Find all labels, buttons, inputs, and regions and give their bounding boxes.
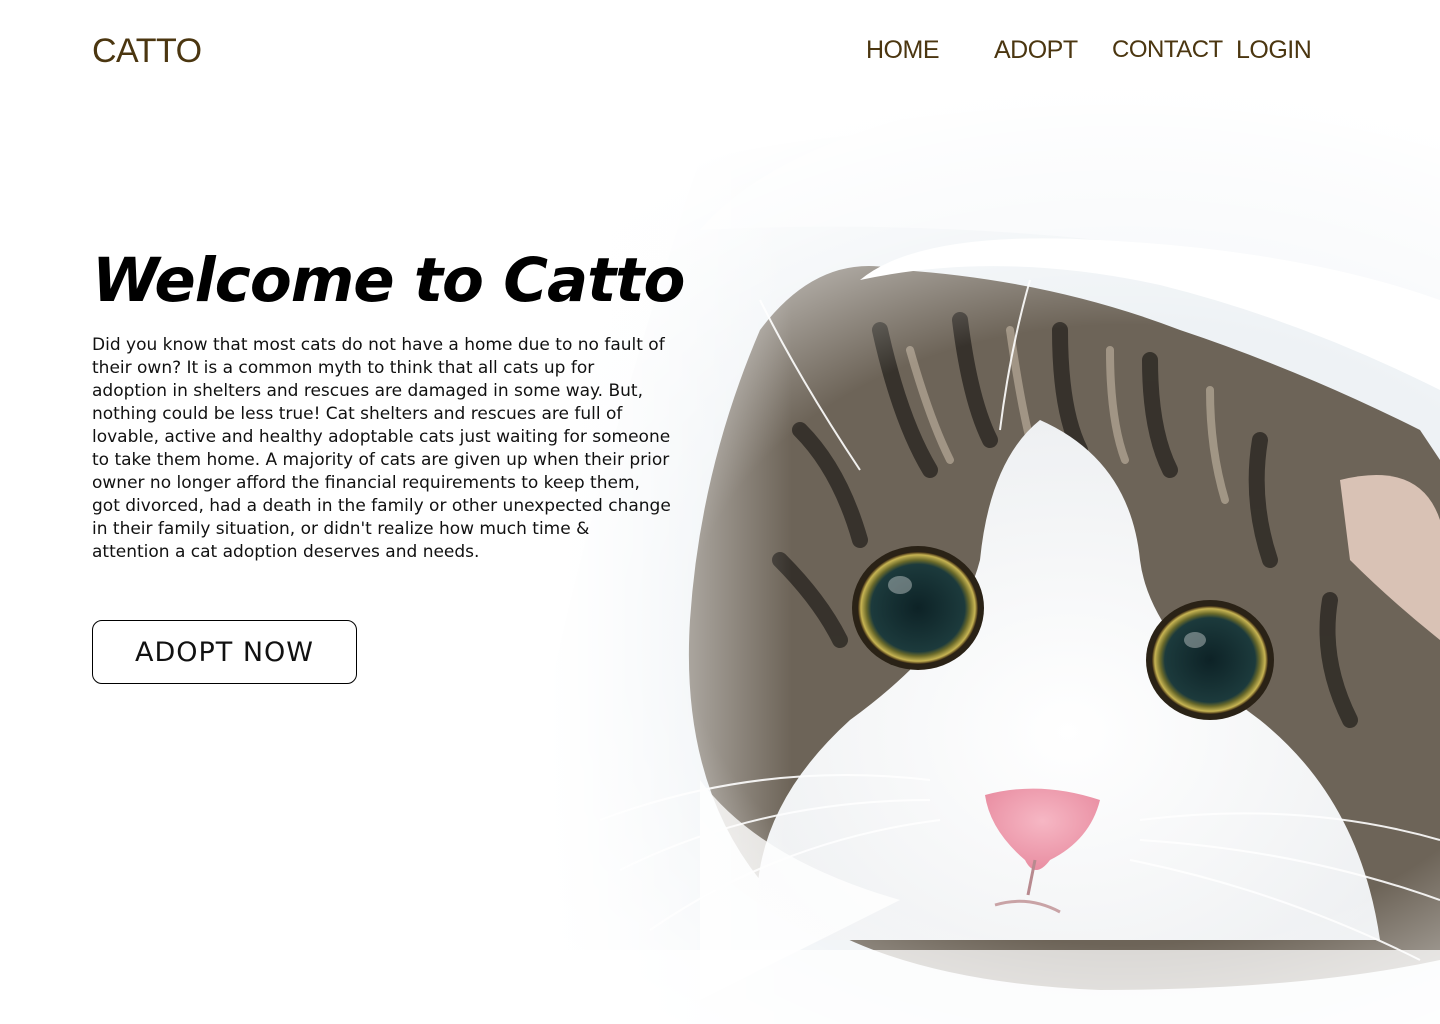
- nav-link-home[interactable]: HOME: [866, 34, 940, 66]
- hero-headline: Welcome to Catto: [92, 245, 685, 316]
- nav-link-login[interactable]: LOGIN: [1236, 34, 1312, 66]
- nav-link-adopt[interactable]: ADOPT: [994, 34, 1078, 66]
- adopt-now-button[interactable]: ADOPT NOW: [92, 620, 357, 684]
- nav-link-contact[interactable]: CONTACT: [1112, 34, 1223, 66]
- brand-logo[interactable]: CATTO: [92, 30, 202, 72]
- landing-page: CATTO HOME ADOPT CONTACT LOGIN Welcome t…: [0, 0, 1440, 1024]
- hero-body-text: Did you know that most cats do not have …: [92, 335, 671, 562]
